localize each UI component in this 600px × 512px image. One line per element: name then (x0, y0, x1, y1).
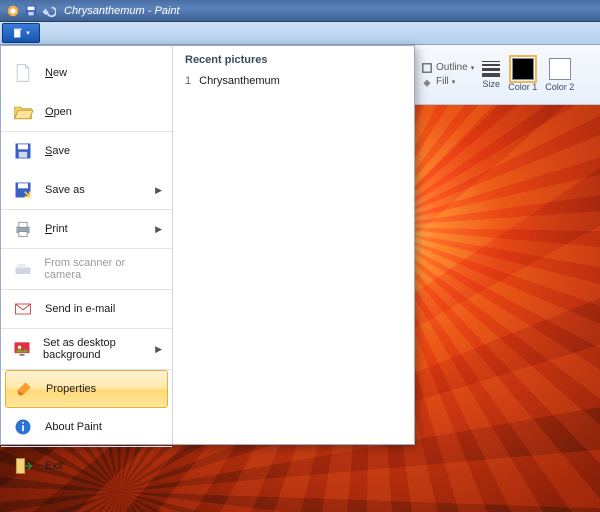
undo-qat-icon[interactable] (42, 4, 56, 18)
menu-label: From scanner or camera (44, 257, 162, 281)
outline-icon (421, 62, 433, 74)
menu-print[interactable]: Print ▶ (1, 210, 172, 249)
scanner-icon (11, 258, 34, 280)
open-folder-icon (11, 101, 35, 123)
color1-label: Color 1 (508, 82, 537, 92)
menu-save-as[interactable]: Save as ▶ (1, 171, 172, 210)
submenu-arrow-icon: ▶ (155, 185, 162, 196)
size-icon (482, 61, 500, 77)
print-icon (11, 218, 35, 240)
chevron-down-icon: ▾ (471, 64, 475, 72)
recent-header: Recent pictures (185, 54, 402, 66)
chevron-down-icon: ▾ (26, 29, 30, 37)
color2-swatch (549, 58, 571, 80)
menu-exit[interactable]: Exit (1, 447, 172, 486)
color2-label: Color 2 (545, 82, 574, 92)
size-dropdown[interactable]: Size (482, 61, 500, 89)
file-menu-list: New Open Save Save as ▶ Print (1, 46, 173, 444)
menu-label: New (45, 67, 67, 79)
recent-index: 1 (185, 75, 191, 87)
color2-button[interactable]: Color 2 (545, 58, 574, 92)
fill-icon (421, 76, 433, 88)
menu-about[interactable]: About Paint (1, 408, 172, 447)
submenu-arrow-icon: ▶ (155, 344, 162, 355)
menu-save[interactable]: Save (1, 132, 172, 171)
menu-open[interactable]: Open (1, 93, 172, 132)
menu-properties[interactable]: Properties (5, 370, 168, 408)
menu-label: Save (45, 145, 70, 157)
menu-label: Save as (45, 184, 85, 196)
properties-icon (12, 378, 36, 400)
info-icon (11, 416, 35, 438)
recent-item[interactable]: 1 Chrysanthemum (185, 72, 402, 90)
menu-label: Set as desktop background (43, 337, 145, 361)
menu-email[interactable]: Send in e-mail (1, 290, 172, 329)
outline-dropdown[interactable]: Outline ▾ (421, 62, 474, 74)
wallpaper-icon (11, 338, 33, 360)
outline-label: Outline (436, 62, 468, 73)
file-menu-button[interactable]: ▾ (2, 23, 40, 43)
ribbon-home-fragment: Outline ▾ Fill ▾ Size Color 1 Color 2 (415, 45, 600, 105)
menu-new[interactable]: New (1, 54, 172, 93)
new-file-icon (11, 62, 35, 84)
save-qat-icon[interactable] (24, 4, 38, 18)
menu-wallpaper[interactable]: Set as desktop background ▶ (1, 329, 172, 370)
menu-scanner: From scanner or camera (1, 249, 172, 290)
size-label: Size (482, 79, 500, 89)
submenu-arrow-icon: ▶ (155, 224, 162, 235)
menu-label: Exit (45, 460, 63, 472)
file-menu-panel: New Open Save Save as ▶ Print (0, 45, 415, 445)
menu-label: Properties (46, 383, 96, 395)
menu-label: Send in e-mail (45, 303, 115, 315)
menu-label: Print (45, 223, 68, 235)
app-icon (6, 4, 20, 18)
quick-access-toolbar: ▾ (0, 22, 600, 45)
color1-button[interactable]: Color 1 (508, 58, 537, 92)
menu-label: Open (45, 106, 72, 118)
menu-label: About Paint (45, 421, 102, 433)
file-icon (12, 27, 24, 39)
window-title: Chrysanthemum - Paint (64, 5, 180, 17)
exit-icon (11, 455, 35, 477)
recent-name: Chrysanthemum (199, 75, 280, 87)
email-icon (11, 298, 35, 320)
color1-swatch (512, 58, 534, 80)
save-as-icon (11, 179, 35, 201)
recent-pictures-panel: Recent pictures 1 Chrysanthemum (173, 46, 414, 444)
chevron-down-icon: ▾ (452, 78, 456, 86)
fill-label: Fill (436, 76, 449, 87)
fill-dropdown[interactable]: Fill ▾ (421, 76, 474, 88)
window-titlebar: Chrysanthemum - Paint (0, 0, 600, 22)
save-icon (11, 140, 35, 162)
